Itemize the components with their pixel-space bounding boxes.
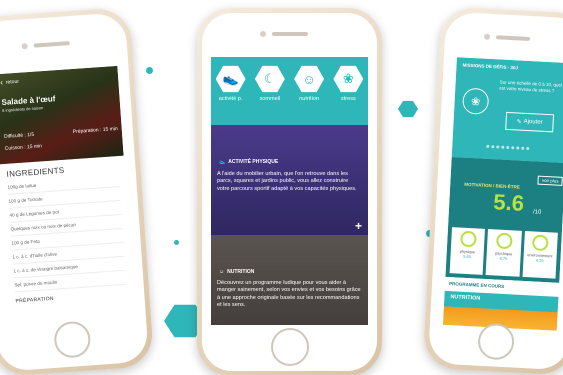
card-text: A l'aide du mobilier urbain, que l'on re… xyxy=(217,171,357,192)
current-program[interactable]: PROGRAMME EN COURS NUTRITION xyxy=(442,276,560,331)
pager-dot xyxy=(521,146,525,150)
card-heading-label: NUTRITION xyxy=(227,269,255,275)
phone-programs: 👟 activité p. ☾ sommeil ☺ nutrition ❀ st… xyxy=(197,8,382,375)
category-tabs: 👟 activité p. ☾ sommeil ☺ nutrition ❀ st… xyxy=(211,57,368,125)
add-button-label: Ajouter xyxy=(523,118,543,126)
pager-dot xyxy=(501,145,505,149)
decor-dot xyxy=(174,240,179,245)
lotus-icon: ❀ xyxy=(333,65,364,93)
tab-label: activité p. xyxy=(218,96,243,102)
pager-dot xyxy=(491,145,495,149)
tab-label: nutrition xyxy=(299,96,320,102)
shoe-icon: 👟 xyxy=(215,65,246,93)
back-label[interactable]: retour xyxy=(6,78,19,85)
subscore-physique[interactable]: physique 5.65 xyxy=(449,227,486,275)
showcase: ‹ retour Salade à l'œuf 8 ingrédients de… xyxy=(0,0,563,375)
pager-dots[interactable] xyxy=(486,144,530,151)
plus-icon[interactable]: + xyxy=(355,219,362,233)
programs-screen: 👟 activité p. ☾ sommeil ☺ nutrition ❀ st… xyxy=(211,57,368,325)
tab-label: sommeil xyxy=(259,96,281,102)
speaker xyxy=(272,32,308,36)
phone-dashboard: MISSIONS DE DÉFIS - 30J ❀ Sur une échell… xyxy=(422,6,563,375)
subscore-value: 6.75 xyxy=(499,255,508,262)
progress-ring xyxy=(495,232,513,250)
pager-dot xyxy=(486,144,490,149)
card-heading: 👟 ACTIVITÉ PHYSIQUE xyxy=(219,159,278,165)
camera xyxy=(260,31,266,37)
pager-dot xyxy=(496,145,500,149)
score-max: /10 xyxy=(532,209,542,216)
pager-dot xyxy=(516,146,520,150)
pager-dot xyxy=(526,146,530,151)
nutrition-icon: ☺ xyxy=(294,65,325,93)
shoe-icon: 👟 xyxy=(219,159,226,165)
nutrition-icon: ☺ xyxy=(219,269,225,275)
subscore-environnement[interactable]: environnement 4.25 xyxy=(522,230,558,279)
tab-stress[interactable]: ❀ stress xyxy=(331,65,365,102)
progress-ring xyxy=(459,230,477,248)
progress-ring xyxy=(532,234,550,252)
card-nutrition[interactable]: ☺ NUTRITION Découvrez un programme ludiq… xyxy=(211,235,368,325)
home-button[interactable] xyxy=(271,328,309,366)
tab-nutrition[interactable]: ☺ nutrition xyxy=(292,65,326,102)
phone-recipe: ‹ retour Salade à l'œuf 8 ingrédients de… xyxy=(0,6,155,375)
challenge-header: MISSIONS DE DÉFIS - 30J xyxy=(462,62,519,71)
subscore-value: 4.25 xyxy=(535,257,544,264)
see-more-button[interactable]: voir plus xyxy=(537,175,563,186)
recipe-screen: ‹ retour Salade à l'œuf 8 ingrédients de… xyxy=(0,65,136,336)
challenge-question: Sur une échelle de 0 à 10, quel est votr… xyxy=(499,79,563,93)
subscore-value: 5.65 xyxy=(463,253,472,260)
moon-icon: ☾ xyxy=(254,65,285,93)
subscore-row: physique 5.65 psychique 6.75 environneme… xyxy=(449,227,558,279)
card-text: Découvrez un programme ludique pour vous… xyxy=(217,280,361,308)
card-heading-label: ACTIVITÉ PHYSIQUE xyxy=(228,159,279,165)
tab-activite[interactable]: 👟 activité p. xyxy=(214,65,248,102)
card-heading: ☺ NUTRITION xyxy=(219,269,254,275)
pager-dot xyxy=(506,145,510,150)
score-panel: voir plus MOTIVATION / BIEN-ÊTRE 5.6 /10… xyxy=(445,157,563,283)
decor-hexagon-right xyxy=(398,100,418,118)
recipe-hero-image: ‹ retour Salade à l'œuf 8 ingrédients de… xyxy=(0,65,124,165)
challenge-panel: MISSIONS DE DÉFIS - 30J ❀ Sur une échell… xyxy=(451,57,563,164)
ingredient-list: 100g de laitue 100 g de Tomate 40 g de L… xyxy=(1,172,133,293)
score-label: MOTIVATION / BIEN-ÊTRE xyxy=(464,181,520,190)
pager-dot xyxy=(511,146,515,150)
score-value: 5.6 xyxy=(492,189,525,216)
edit-icon: ✎ xyxy=(516,118,522,126)
subscore-psychique[interactable]: psychique 6.75 xyxy=(485,229,522,277)
card-activite-physique[interactable]: 👟 ACTIVITÉ PHYSIQUE A l'aide du mobilier… xyxy=(211,125,368,235)
dashboard-screen: MISSIONS DE DÉFIS - 30J ❀ Sur une échell… xyxy=(442,57,563,331)
tab-sommeil[interactable]: ☾ sommeil xyxy=(253,65,287,102)
back-arrow-icon[interactable]: ‹ xyxy=(0,78,3,87)
add-button[interactable]: ✎ Ajouter xyxy=(505,111,555,133)
lotus-icon: ❀ xyxy=(461,87,490,115)
decor-dot xyxy=(146,67,153,74)
tab-label: stress xyxy=(340,96,356,102)
